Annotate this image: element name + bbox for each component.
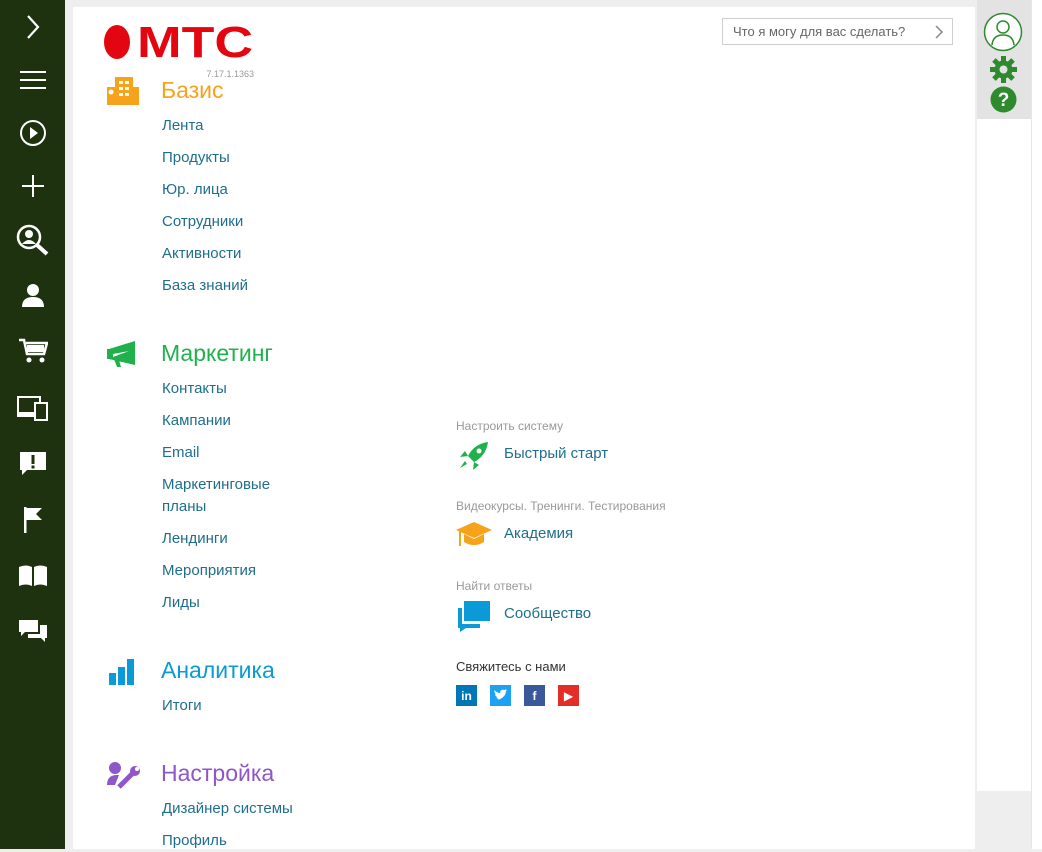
- link-landings[interactable]: Лендинги: [162, 528, 228, 550]
- mts-logo: МТС: [103, 21, 255, 73]
- facebook-icon[interactable]: f: [524, 685, 545, 706]
- plus-icon: [21, 175, 44, 197]
- link-marketing-plans[interactable]: Маркетинговые: [162, 474, 270, 496]
- link-employees[interactable]: Сотрудники: [162, 211, 243, 233]
- contacts-button[interactable]: [0, 268, 65, 322]
- quick-start-link[interactable]: Быстрый старт: [504, 445, 608, 462]
- linkedin-icon[interactable]: in: [456, 685, 477, 706]
- orders-button[interactable]: [0, 324, 65, 378]
- link-events[interactable]: Мероприятия: [162, 560, 256, 582]
- building-icon: [105, 75, 141, 107]
- process-button[interactable]: [0, 106, 65, 160]
- graduation-cap-icon: [456, 520, 492, 552]
- link-system-designer[interactable]: Дизайнер системы: [162, 798, 293, 820]
- search-input[interactable]: [723, 19, 923, 43]
- help-button[interactable]: ?: [990, 86, 1017, 118]
- setup-hint: Настроить систему: [456, 419, 564, 433]
- profile-button[interactable]: [983, 12, 1023, 57]
- chevron-right-icon: [26, 15, 39, 39]
- community-chat-icon: [456, 600, 492, 632]
- link-feed[interactable]: Лента: [162, 115, 204, 137]
- link-knowledge-base[interactable]: База знаний: [162, 275, 248, 297]
- page-scrollbar[interactable]: [1031, 0, 1042, 849]
- link-dashboards[interactable]: Итоги: [162, 695, 202, 717]
- main-panel: МТС 7.17.1.1363 Базис Лента Продукты Юр.…: [73, 7, 975, 849]
- community-link[interactable]: Сообщество: [504, 605, 591, 622]
- shopping-cart-icon: [18, 338, 48, 363]
- chevron-right-icon[interactable]: [934, 25, 944, 44]
- community-hint: Найти ответы: [456, 579, 533, 593]
- link-accounts[interactable]: Юр. лица: [162, 179, 228, 201]
- academy-link[interactable]: Академия: [504, 525, 573, 542]
- section-title-analytics[interactable]: Аналитика: [161, 657, 275, 684]
- cases-button[interactable]: [0, 437, 65, 491]
- link-products[interactable]: Продукты: [162, 147, 230, 169]
- command-search[interactable]: [722, 18, 953, 45]
- academy-hint: Видеокурсы. Тренинги. Тестирования: [456, 499, 666, 513]
- svg-text:?: ?: [998, 90, 1010, 111]
- link-campaigns[interactable]: Кампании: [162, 410, 231, 432]
- assets-button[interactable]: [0, 381, 65, 435]
- section-title-basis[interactable]: Базис: [161, 77, 224, 104]
- section-title-marketing[interactable]: Маркетинг: [161, 340, 273, 367]
- bar-chart-icon: [105, 657, 141, 689]
- user-search-icon: [16, 224, 48, 256]
- user-icon: [21, 284, 44, 307]
- link-leads[interactable]: Лиды: [162, 592, 200, 614]
- youtube-icon[interactable]: ▶: [558, 685, 579, 706]
- settings-tools-icon: [105, 759, 141, 791]
- contact-us-title: Свяжитесь с нами: [456, 659, 566, 674]
- megaphone-icon: [105, 339, 141, 371]
- link-email[interactable]: Email: [162, 442, 200, 464]
- link-marketing-plans-line2[interactable]: планы: [162, 496, 206, 518]
- twitter-icon[interactable]: [490, 685, 511, 706]
- link-contacts[interactable]: Контакты: [162, 378, 227, 400]
- alert-message-icon: [19, 452, 46, 475]
- knowledge-base-button[interactable]: [0, 549, 65, 603]
- expand-sidebar-button[interactable]: [0, 0, 65, 54]
- question-icon: ?: [990, 86, 1017, 113]
- add-button[interactable]: [0, 159, 65, 213]
- system-settings-button[interactable]: [990, 56, 1017, 88]
- avatar-icon: [983, 12, 1023, 52]
- devices-icon: [16, 396, 48, 421]
- svg-text:МТС: МТС: [137, 21, 253, 61]
- tasks-button[interactable]: [0, 493, 65, 547]
- flag-icon: [23, 507, 42, 533]
- chat-icon: [18, 620, 47, 642]
- feed-button[interactable]: [0, 605, 65, 659]
- play-circle-icon: [19, 120, 46, 146]
- search-contacts-button[interactable]: [0, 213, 65, 267]
- rocket-icon: [456, 440, 492, 472]
- section-title-settings[interactable]: Настройка: [161, 760, 274, 787]
- left-sidebar: [0, 0, 65, 849]
- book-icon: [18, 565, 47, 586]
- link-activities[interactable]: Активности: [162, 243, 241, 265]
- menu-button[interactable]: [0, 53, 65, 107]
- hamburger-menu-icon: [19, 71, 46, 89]
- gear-icon: [990, 56, 1017, 83]
- right-panel-body: [977, 119, 1031, 791]
